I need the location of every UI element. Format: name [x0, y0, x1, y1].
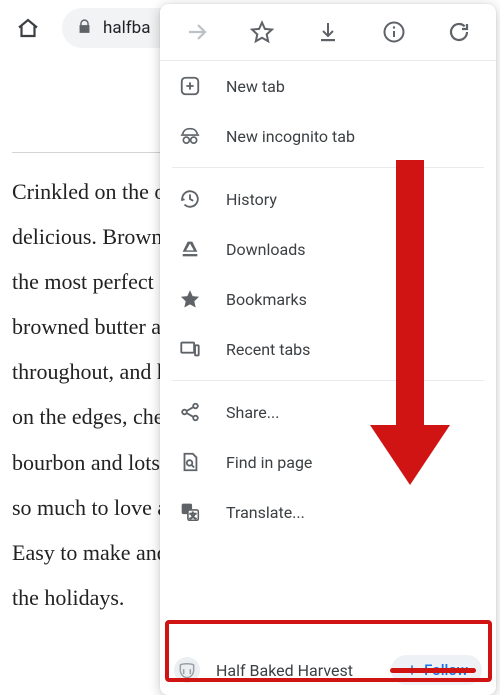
url-text: halfba [103, 18, 150, 38]
recent-tabs-icon [178, 337, 202, 361]
menu-item-label: Recent tabs [226, 340, 310, 359]
menu-separator [172, 167, 484, 168]
plus-square-icon [178, 74, 202, 98]
follow-site-row: Half Baked Harvest Follow [160, 645, 496, 695]
history-icon [178, 187, 202, 211]
menu-item-bookmarks[interactable]: Bookmarks [160, 274, 496, 324]
download-button[interactable] [308, 12, 348, 52]
incognito-icon [178, 124, 202, 148]
lock-icon [76, 18, 93, 39]
menu-item-label: Downloads [226, 240, 305, 259]
home-button[interactable] [8, 8, 48, 48]
menu-item-label: Share... [226, 403, 279, 422]
info-button[interactable] [374, 12, 414, 52]
site-name: Half Baked Harvest [216, 661, 375, 680]
downloads-icon [178, 237, 202, 261]
menu-item-recent-tabs[interactable]: Recent tabs [160, 324, 496, 374]
menu-separator [172, 380, 484, 381]
plus-icon [405, 663, 419, 677]
site-favicon [174, 657, 200, 683]
menu-item-label: Translate... [226, 503, 305, 522]
menu-item-label: New incognito tab [226, 127, 355, 146]
menu-item-history[interactable]: History [160, 174, 496, 224]
menu-item-downloads[interactable]: Downloads [160, 224, 496, 274]
menu-item-share[interactable]: Share... [160, 387, 496, 437]
menu-item-incognito[interactable]: New incognito tab [160, 111, 496, 161]
menu-topbar [160, 4, 496, 60]
menu-item-label: New tab [226, 77, 285, 96]
find-in-page-icon [178, 450, 202, 474]
follow-button[interactable]: Follow [391, 655, 482, 685]
reload-button[interactable] [439, 12, 479, 52]
menu-item-label: History [226, 190, 277, 209]
menu-item-label: Find in page [226, 453, 312, 472]
forward-button[interactable] [177, 12, 217, 52]
menu-item-new-tab[interactable]: New tab [160, 61, 496, 111]
overflow-menu: New tab New incognito tab History Downlo… [160, 4, 496, 695]
menu-item-translate[interactable]: G文 Translate... [160, 487, 496, 537]
share-icon [178, 400, 202, 424]
svg-text:文: 文 [190, 511, 197, 520]
bookmark-button[interactable] [242, 12, 282, 52]
menu-item-label: Bookmarks [226, 290, 307, 309]
menu-item-find-in-page[interactable]: Find in page [160, 437, 496, 487]
translate-icon: G文 [178, 500, 202, 524]
star-icon [178, 287, 202, 311]
follow-label: Follow [424, 661, 468, 679]
